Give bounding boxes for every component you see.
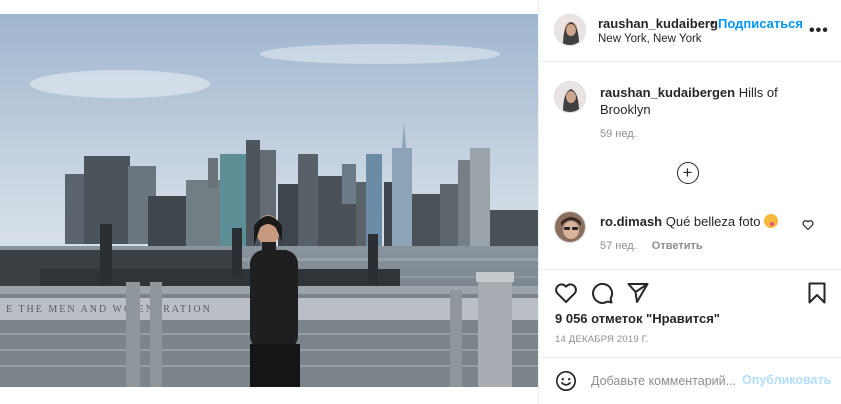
post-photo[interactable]: E THE MEN AND WO ENERATION <box>0 14 538 387</box>
comment-body: Qué belleza foto <box>665 214 761 229</box>
post-date[interactable]: 14 ДЕКАБРЯ 2019 Г. <box>555 334 649 345</box>
paper-plane-icon[interactable] <box>626 281 650 305</box>
more-horizontal-icon[interactable]: ••• <box>809 22 829 40</box>
post-actions: 9 056 отметок "Нравится" 14 ДЕКАБРЯ 2019… <box>539 269 841 363</box>
comment-username[interactable]: ro.dimash <box>600 214 662 229</box>
railing-inscription: E THE MEN AND WO ENERATION <box>6 304 212 315</box>
plus-circle-icon[interactable]: + <box>677 162 699 184</box>
header-separator: • <box>710 15 715 30</box>
likes-count[interactable]: 9 056 отметок "Нравится" <box>555 311 720 326</box>
caption-text: raushan_kudaibergen Hills of Brooklyn <box>600 84 780 118</box>
caption-username[interactable]: raushan_kudaibergen <box>600 85 735 100</box>
publish-button[interactable]: Опубликовать <box>742 373 831 387</box>
comments-section: raushan_kudaibergen Hills of Brooklyn 59… <box>539 63 841 269</box>
author-avatar[interactable] <box>554 14 586 46</box>
comment-input[interactable] <box>591 370 741 392</box>
commenter-avatar[interactable] <box>554 211 586 243</box>
comment-icon[interactable] <box>590 281 614 305</box>
comment-meta: 57 нед. Ответить <box>600 240 703 252</box>
add-comment-bar: Опубликовать <box>539 357 841 404</box>
reply-button[interactable]: Ответить <box>652 240 703 252</box>
bookmark-icon[interactable] <box>805 281 829 305</box>
comment-like-heart-icon[interactable] <box>802 219 814 231</box>
emoji-icon <box>764 214 779 228</box>
comment-text: ro.dimash Qué belleza foto <box>600 214 779 229</box>
post-side-panel: raushan_kudaiberg • Подписаться New York… <box>538 0 841 404</box>
author-username[interactable]: raushan_kudaiberg <box>598 16 718 31</box>
heart-icon[interactable] <box>554 281 578 305</box>
post-header: raushan_kudaiberg • Подписаться New York… <box>539 0 841 62</box>
comment-time[interactable]: 57 нед. <box>600 240 637 252</box>
follow-button[interactable]: Подписаться <box>718 16 803 31</box>
post-image: E THE MEN AND WO ENERATION <box>0 14 538 387</box>
caption-time[interactable]: 59 нед. <box>600 128 637 140</box>
post-location[interactable]: New York, New York <box>598 33 702 45</box>
caption-author-avatar[interactable] <box>554 81 586 113</box>
smile-icon[interactable] <box>555 370 577 392</box>
